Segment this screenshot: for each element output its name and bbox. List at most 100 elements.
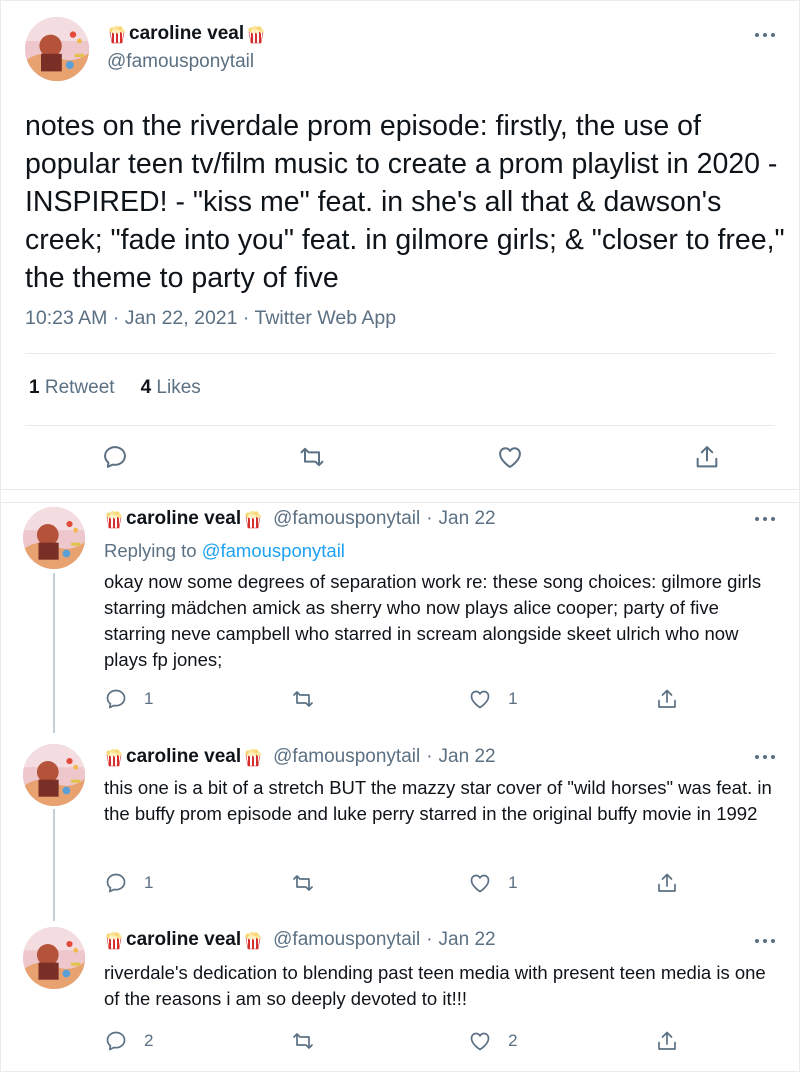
separator: · xyxy=(426,929,433,950)
reply-count: 1 xyxy=(144,873,154,892)
popcorn-icon xyxy=(105,748,123,767)
likes-label: Likes xyxy=(156,377,201,398)
display-name[interactable]: caroline veal xyxy=(126,929,241,951)
share-icon xyxy=(658,689,676,708)
reply-count: 2 xyxy=(144,1031,154,1050)
retweet-button[interactable] xyxy=(291,1029,331,1053)
like-count: 1 xyxy=(508,689,518,708)
heart-icon xyxy=(470,1032,490,1051)
share-button[interactable] xyxy=(693,443,721,471)
replying-to-handle[interactable]: @famousponytail xyxy=(202,540,345,561)
likes-count: 4 xyxy=(140,377,152,398)
separator: · xyxy=(112,307,120,329)
separator: · xyxy=(242,307,250,329)
popcorn-icon xyxy=(245,748,262,767)
share-icon xyxy=(696,446,718,468)
divider xyxy=(25,425,775,426)
share-icon xyxy=(658,873,676,892)
retweets-label: Retweet xyxy=(44,377,115,398)
replying-prefix: Replying to xyxy=(104,540,197,561)
avatar[interactable] xyxy=(23,744,85,806)
popcorn-icon xyxy=(245,510,262,529)
reply-date[interactable]: Jan 22 xyxy=(439,746,496,768)
more-icon[interactable] xyxy=(753,937,777,945)
tweet-time[interactable]: 10:23 AM xyxy=(25,307,107,329)
reply-icon xyxy=(106,873,126,893)
heart-icon xyxy=(498,447,521,468)
retweets-count: 1 xyxy=(29,377,40,398)
share-button[interactable] xyxy=(655,871,679,895)
reply-header: caroline veal @famousponytail · Jan 22 xyxy=(104,508,496,530)
retweet-button[interactable] xyxy=(291,871,331,895)
reply-button[interactable]: 1 xyxy=(104,687,153,711)
author-name-row[interactable]: caroline veal xyxy=(107,23,266,45)
author-handle[interactable]: @famousponytail xyxy=(107,51,254,73)
avatar[interactable] xyxy=(25,17,89,81)
avatar[interactable] xyxy=(23,927,85,989)
reply-action-bar: 1 1 xyxy=(104,871,679,895)
retweet-icon xyxy=(292,691,313,707)
popcorn-icon xyxy=(105,931,123,950)
separator: · xyxy=(426,508,433,529)
retweets-stat[interactable]: 1 Retweet xyxy=(29,377,115,399)
popcorn-icon xyxy=(245,931,262,950)
tweet-text: notes on the riverdale prom episode: fir… xyxy=(25,110,785,294)
popcorn-icon xyxy=(108,25,126,44)
reply-icon xyxy=(104,446,126,468)
display-name[interactable]: caroline veal xyxy=(129,23,244,45)
retweet-button[interactable] xyxy=(298,443,326,471)
tweet-action-bar xyxy=(101,443,721,471)
tweet-thread: caroline veal @famousponytail notes on t… xyxy=(0,0,800,1072)
like-button[interactable] xyxy=(496,443,524,471)
reply-text: this one is a bit of a stretch BUT the m… xyxy=(104,777,772,824)
display-name[interactable]: caroline veal xyxy=(126,508,241,530)
reply-button[interactable] xyxy=(101,443,129,471)
like-count: 2 xyxy=(508,1031,518,1050)
thread-line xyxy=(53,809,55,921)
thread-line xyxy=(53,573,55,733)
reply-date[interactable]: Jan 22 xyxy=(439,929,496,951)
popcorn-icon xyxy=(248,25,265,44)
reply-icon xyxy=(106,1031,126,1051)
display-name[interactable]: caroline veal xyxy=(126,746,241,768)
separator: · xyxy=(426,746,433,767)
like-button[interactable]: 2 xyxy=(468,1029,518,1053)
author-handle[interactable]: @famousponytail xyxy=(273,508,420,530)
heart-icon xyxy=(470,690,490,709)
author-handle[interactable]: @famousponytail xyxy=(273,929,420,951)
more-icon[interactable] xyxy=(753,31,777,39)
retweet-icon xyxy=(292,1033,313,1049)
more-icon[interactable] xyxy=(753,753,777,761)
retweet-button[interactable] xyxy=(291,687,331,711)
section-divider xyxy=(1,489,799,503)
more-icon[interactable] xyxy=(753,515,777,523)
reply-count: 1 xyxy=(144,689,154,708)
reply-header: caroline veal @famousponytail · Jan 22 xyxy=(104,746,496,768)
avatar[interactable] xyxy=(23,507,85,569)
reply-text: okay now some degrees of separation work… xyxy=(104,571,762,670)
author-handle[interactable]: @famousponytail xyxy=(273,746,420,768)
divider xyxy=(25,353,775,354)
likes-stat[interactable]: 4 Likes xyxy=(141,377,201,399)
share-icon xyxy=(658,1031,676,1050)
popcorn-icon xyxy=(105,510,123,529)
share-button[interactable] xyxy=(655,687,679,711)
reply-text: riverdale's dedication to blending past … xyxy=(104,962,766,1009)
replying-to: Replying to @famousponytail xyxy=(104,540,345,562)
tweet-date[interactable]: Jan 22, 2021 xyxy=(125,307,238,329)
reply-action-bar: 1 1 xyxy=(104,687,679,711)
reply-button[interactable]: 1 xyxy=(104,871,153,895)
reply-date[interactable]: Jan 22 xyxy=(439,508,496,530)
heart-icon xyxy=(470,874,490,893)
like-button[interactable]: 1 xyxy=(468,871,518,895)
like-count: 1 xyxy=(508,873,518,892)
like-button[interactable]: 1 xyxy=(468,687,518,711)
reply-action-bar: 2 2 xyxy=(104,1029,679,1053)
tweet-meta: 10:23 AM · Jan 22, 2021 · Twitter Web Ap… xyxy=(25,307,396,330)
tweet-source[interactable]: Twitter Web App xyxy=(255,307,397,329)
retweet-icon xyxy=(300,447,324,467)
reply-button[interactable]: 2 xyxy=(104,1029,153,1053)
share-button[interactable] xyxy=(655,1029,679,1053)
reply-header: caroline veal @famousponytail · Jan 22 xyxy=(104,929,496,951)
tweet-stats: 1 Retweet 4 Likes xyxy=(29,377,201,399)
